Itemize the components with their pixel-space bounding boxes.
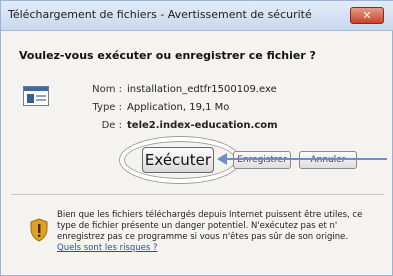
warning-line: type de fichier présente un danger poten… bbox=[57, 221, 338, 231]
save-button-label: Enregistrer bbox=[237, 155, 287, 165]
shield-warning-icon bbox=[30, 218, 48, 242]
warning-text: Bien que les fichiers téléchargés depuis… bbox=[57, 210, 389, 254]
close-icon: ✕ bbox=[362, 9, 372, 22]
file-name: installation_edtfr1500109.exe bbox=[127, 84, 277, 95]
warning-line: Bien que les fichiers téléchargés depuis… bbox=[57, 210, 363, 220]
pointer-arrow bbox=[221, 158, 387, 160]
cancel-button-label: Annuler bbox=[310, 155, 346, 165]
security-warning-dialog: Téléchargement de fichiers - Avertisseme… bbox=[0, 0, 393, 276]
window-title: Téléchargement de fichiers - Avertisseme… bbox=[8, 8, 312, 21]
run-button-label: Exécuter bbox=[144, 151, 212, 169]
separator bbox=[11, 194, 384, 195]
file-source: tele2.index-education.com bbox=[127, 120, 278, 131]
name-label: Nom : bbox=[92, 84, 122, 95]
save-button[interactable]: Enregistrer bbox=[233, 151, 291, 169]
source-label: De : bbox=[101, 120, 122, 131]
warning-line: enregistrez pas ce programme si vous n'ê… bbox=[57, 232, 349, 242]
application-file-icon bbox=[23, 86, 49, 106]
cancel-button[interactable]: Annuler bbox=[299, 151, 357, 169]
dialog-question: Voulez-vous exécuter ou enregistrer ce f… bbox=[19, 49, 316, 62]
title-bar[interactable]: Téléchargement de fichiers - Avertisseme… bbox=[1, 1, 393, 31]
risks-link[interactable]: Quels sont les risques ? bbox=[57, 243, 389, 254]
run-button[interactable]: Exécuter bbox=[142, 147, 214, 173]
file-type: Application, 19,1 Mo bbox=[127, 102, 230, 113]
arrow-head-icon bbox=[217, 153, 227, 165]
close-button[interactable]: ✕ bbox=[350, 7, 384, 24]
type-label: Type : bbox=[92, 102, 122, 113]
